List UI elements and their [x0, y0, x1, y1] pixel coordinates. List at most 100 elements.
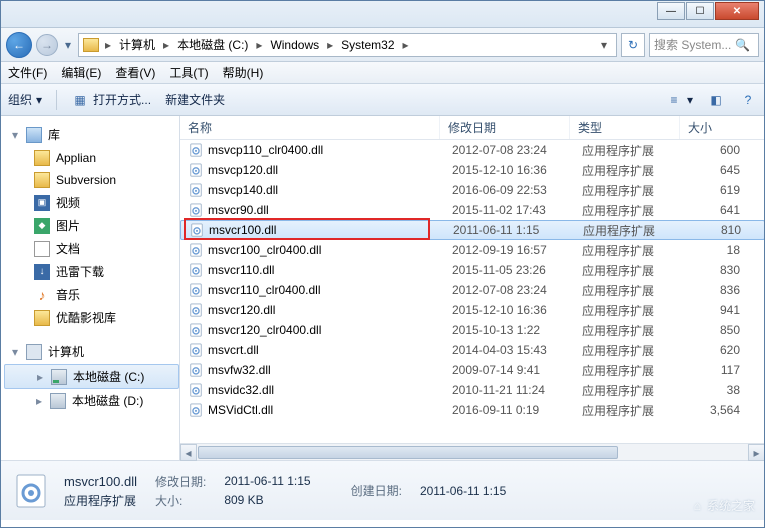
back-button[interactable]: ←: [6, 32, 32, 58]
scrollbar-thumb[interactable]: [198, 446, 618, 459]
file-type: 应用程序扩展: [582, 362, 692, 379]
breadcrumb-separator[interactable]: ▸: [254, 38, 264, 52]
dll-file-icon: [188, 322, 204, 338]
organize-label: 组织: [8, 91, 32, 108]
breadcrumb-computer[interactable]: 计算机: [117, 36, 157, 53]
preview-pane-button[interactable]: ◧: [707, 91, 725, 109]
tree-label: 图片: [56, 217, 80, 234]
dll-file-icon: [188, 142, 204, 158]
view-options-button[interactable]: ≡ ▾: [665, 91, 693, 109]
dll-file-icon: [188, 382, 204, 398]
breadcrumb-drive-c[interactable]: 本地磁盘 (C:): [175, 36, 250, 53]
tree-computer[interactable]: 计算机: [4, 339, 179, 364]
breadcrumb-separator[interactable]: ▸: [161, 38, 171, 52]
file-row[interactable]: msvcp110_clr0400.dll2012-07-08 23:24应用程序…: [180, 140, 765, 160]
tree-youku[interactable]: 优酷影视库: [4, 306, 179, 329]
menu-help[interactable]: 帮助(H): [223, 64, 264, 81]
file-list[interactable]: msvcp110_clr0400.dll2012-07-08 23:24应用程序…: [180, 140, 765, 443]
file-row[interactable]: msvcp120.dll2015-12-10 16:36应用程序扩展645: [180, 160, 765, 180]
file-row[interactable]: msvcr110_clr0400.dll2012-07-08 23:24应用程序…: [180, 280, 765, 300]
expand-icon[interactable]: [35, 370, 45, 384]
breadcrumb-system32[interactable]: System32: [339, 38, 396, 52]
dll-file-icon: [188, 242, 204, 258]
expand-icon[interactable]: [10, 345, 20, 359]
file-row[interactable]: msvcr120_clr0400.dll2015-10-13 1:22应用程序扩…: [180, 320, 765, 340]
menu-view[interactable]: 查看(V): [115, 64, 155, 81]
menu-file[interactable]: 文件(F): [8, 64, 47, 81]
address-dropdown[interactable]: ▾: [596, 38, 612, 52]
minimize-button[interactable]: —: [657, 2, 685, 20]
file-row[interactable]: msvcr100.dll2011-06-11 1:15应用程序扩展810: [180, 220, 765, 240]
file-size: 641: [692, 203, 752, 217]
file-name: msvcr100_clr0400.dll: [208, 243, 452, 257]
breadcrumb-separator[interactable]: ▸: [103, 38, 113, 52]
forward-button[interactable]: →: [36, 34, 58, 56]
file-name: msvcrt.dll: [208, 343, 452, 357]
expand-icon[interactable]: [34, 394, 44, 408]
file-type: 应用程序扩展: [582, 282, 692, 299]
pictures-icon: ◆: [34, 218, 50, 234]
breadcrumb-separator[interactable]: ▸: [325, 38, 335, 52]
navigation-pane[interactable]: 库 Applian Subversion ▣ 视频 ◆ 图片 文档 ↓ 迅雷下载…: [0, 116, 180, 460]
file-row[interactable]: msvcrt.dll2014-04-03 15:43应用程序扩展620: [180, 340, 765, 360]
column-date[interactable]: 修改日期: [440, 116, 570, 139]
history-dropdown[interactable]: ▾: [62, 36, 74, 54]
tree-xunlei[interactable]: ↓ 迅雷下载: [4, 260, 179, 283]
new-folder-label: 新建文件夹: [165, 91, 225, 108]
file-type: 应用程序扩展: [582, 182, 692, 199]
tree-music[interactable]: ♪ 音乐: [4, 283, 179, 306]
chevron-down-icon: ▾: [687, 93, 693, 107]
tree-libraries[interactable]: 库: [4, 122, 179, 147]
breadcrumb-windows[interactable]: Windows: [268, 38, 321, 52]
file-row[interactable]: msvcr120.dll2015-12-10 16:36应用程序扩展941: [180, 300, 765, 320]
file-row[interactable]: msvcr100_clr0400.dll2012-09-19 16:57应用程序…: [180, 240, 765, 260]
file-size: 836: [692, 283, 752, 297]
close-button[interactable]: ✕: [715, 2, 759, 20]
organize-button[interactable]: 组织 ▾: [8, 91, 42, 108]
file-size: 850: [692, 323, 752, 337]
search-icon: 🔍: [735, 38, 750, 52]
folder-icon: [34, 310, 50, 326]
search-input[interactable]: 搜索 System... 🔍: [649, 33, 759, 57]
tree-label: 库: [48, 126, 60, 143]
file-name: msvcr120.dll: [208, 303, 452, 317]
file-size: 830: [692, 263, 752, 277]
help-button[interactable]: ?: [739, 91, 757, 109]
file-size: 38: [692, 383, 752, 397]
column-name[interactable]: 名称: [180, 116, 440, 139]
column-type[interactable]: 类型: [570, 116, 680, 139]
tree-documents[interactable]: 文档: [4, 237, 179, 260]
breadcrumb-separator[interactable]: ▸: [401, 38, 411, 52]
file-row[interactable]: MSVidCtl.dll2016-09-11 0:19应用程序扩展3,564: [180, 400, 765, 420]
column-size[interactable]: 大小: [680, 116, 765, 139]
tree-label: 迅雷下载: [56, 263, 104, 280]
scroll-right-button[interactable]: ▸: [748, 444, 765, 461]
file-row[interactable]: msvcr110.dll2015-11-05 23:26应用程序扩展830: [180, 260, 765, 280]
tree-drive-c[interactable]: 本地磁盘 (C:): [4, 364, 179, 389]
file-date: 2016-09-11 0:19: [452, 403, 582, 417]
tree-pictures[interactable]: ◆ 图片: [4, 214, 179, 237]
file-row[interactable]: msvfw32.dll2009-07-14 9:41应用程序扩展117: [180, 360, 765, 380]
file-date: 2010-11-21 11:24: [452, 383, 582, 397]
menu-edit[interactable]: 编辑(E): [61, 64, 101, 81]
tree-video[interactable]: ▣ 视频: [4, 191, 179, 214]
tree-applian[interactable]: Applian: [4, 147, 179, 169]
new-folder-button[interactable]: 新建文件夹: [165, 91, 225, 108]
address-bar[interactable]: ▸ 计算机 ▸ 本地磁盘 (C:) ▸ Windows ▸ System32 ▸…: [78, 33, 617, 57]
scroll-left-button[interactable]: ◂: [180, 444, 197, 461]
folder-icon: [34, 172, 50, 188]
preview-icon: ◧: [707, 91, 725, 109]
file-row[interactable]: msvcr90.dll2015-11-02 17:43应用程序扩展641: [180, 200, 765, 220]
file-size: 600: [692, 143, 752, 157]
refresh-button[interactable]: ↻: [621, 33, 645, 57]
horizontal-scrollbar[interactable]: ◂ ▸: [180, 443, 765, 460]
file-row[interactable]: msvcp140.dll2016-06-09 22:53应用程序扩展619: [180, 180, 765, 200]
open-with-button[interactable]: ▦ 打开方式...: [71, 91, 151, 109]
menu-tools[interactable]: 工具(T): [169, 64, 208, 81]
dll-file-icon: [188, 182, 204, 198]
maximize-button[interactable]: ☐: [686, 2, 714, 20]
file-row[interactable]: msvidc32.dll2010-11-21 11:24应用程序扩展38: [180, 380, 765, 400]
tree-drive-d[interactable]: 本地磁盘 (D:): [4, 389, 179, 412]
expand-icon[interactable]: [10, 128, 20, 142]
tree-subversion[interactable]: Subversion: [4, 169, 179, 191]
